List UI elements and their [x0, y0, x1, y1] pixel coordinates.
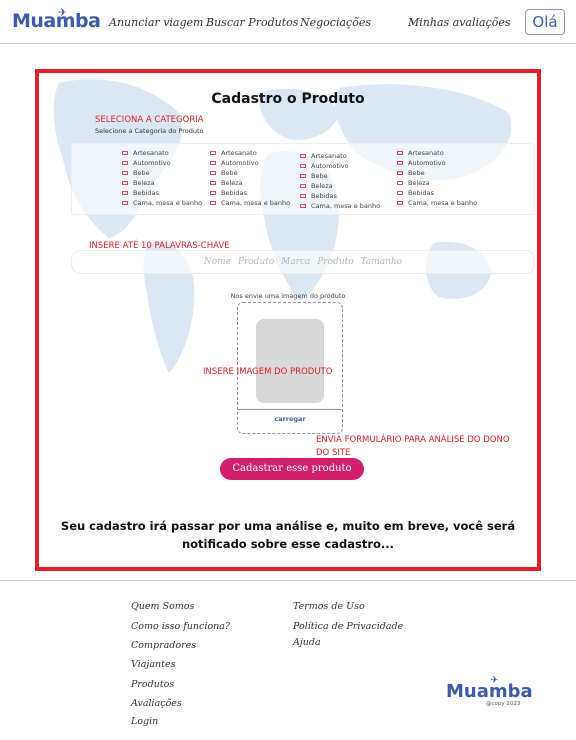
- footer-link-como-funciona[interactable]: Como isso funciona?: [131, 621, 230, 632]
- footer-link-produtos[interactable]: Produtos: [131, 679, 174, 690]
- category-column: Artesanato Automotivo Bebe Beleza Bebida…: [210, 148, 290, 208]
- footer-link-quem-somos[interactable]: Quem Somos: [131, 601, 194, 612]
- checkbox[interactable]: [122, 151, 128, 155]
- product-form-panel: Cadastro o Produto SELECIONA A CATEGORIA…: [35, 69, 541, 571]
- checkbox[interactable]: [122, 161, 128, 165]
- image-placeholder: [256, 319, 324, 403]
- footer-link-privacidade[interactable]: Política de Privacidade: [293, 621, 403, 632]
- form-title: Cadastro o Produto: [211, 91, 365, 107]
- nav-negociacoes[interactable]: Negociações: [300, 16, 371, 29]
- user-greeting-button[interactable]: Olá: [525, 9, 565, 35]
- checkbox[interactable]: [300, 164, 306, 168]
- footer-link-ajuda[interactable]: Ajuda: [293, 637, 321, 648]
- footer-link-termos[interactable]: Termos de Uso: [293, 601, 365, 612]
- checkbox[interactable]: [210, 191, 216, 195]
- checkbox[interactable]: [210, 171, 216, 175]
- category-option[interactable]: Cama, mesa e banho: [210, 198, 290, 208]
- category-option[interactable]: Automotivo: [210, 158, 290, 168]
- keywords-input[interactable]: Nome Produto Marca Produto Tamanho: [71, 250, 535, 274]
- annotation-submit: ENVIA FORMULÁRIO PARA ANÁLISE DO DONO: [316, 435, 510, 445]
- category-option[interactable]: Bebidas: [210, 188, 290, 198]
- checkbox[interactable]: [210, 151, 216, 155]
- category-option[interactable]: Cama, mesa e banho: [300, 201, 380, 211]
- checkbox[interactable]: [300, 154, 306, 158]
- review-notice: Seu cadastro irá passar por uma análise …: [60, 519, 516, 551]
- checkbox[interactable]: [300, 174, 306, 178]
- category-option[interactable]: Artesanato: [210, 148, 290, 158]
- category-option[interactable]: Bebidas: [122, 188, 202, 198]
- category-subtitle: Selecione a Categoria do Produto: [95, 127, 204, 135]
- footer-link-compradores[interactable]: Compradores: [131, 640, 196, 651]
- checkbox[interactable]: [397, 201, 403, 205]
- category-option[interactable]: Beleza: [122, 178, 202, 188]
- airplane-icon: ✈: [58, 6, 68, 19]
- category-option[interactable]: Beleza: [397, 178, 477, 188]
- divider: [238, 409, 342, 410]
- checkbox[interactable]: [210, 181, 216, 185]
- checkbox[interactable]: [210, 161, 216, 165]
- checkbox[interactable]: [397, 171, 403, 175]
- category-option[interactable]: Bebe: [397, 168, 477, 178]
- checkbox[interactable]: [122, 171, 128, 175]
- category-option[interactable]: Automotivo: [300, 161, 380, 171]
- logo[interactable]: Muamba: [12, 10, 101, 32]
- checkbox[interactable]: [300, 194, 306, 198]
- category-column: Artesanato Automotivo Bebe Beleza Bebida…: [300, 151, 380, 211]
- checkbox[interactable]: [210, 201, 216, 205]
- category-column: Artesanato Automotivo Bebe Beleza Bebida…: [122, 148, 202, 208]
- site-footer: Quem Somos Como isso funciona? Comprador…: [0, 580, 576, 740]
- category-option[interactable]: Bebe: [122, 168, 202, 178]
- category-option[interactable]: Beleza: [210, 178, 290, 188]
- checkbox[interactable]: [397, 181, 403, 185]
- checkbox[interactable]: [397, 191, 403, 195]
- footer-link-login[interactable]: Login: [131, 716, 158, 727]
- submit-product-button[interactable]: Cadastrar esse produto: [220, 458, 364, 480]
- checkbox[interactable]: [397, 161, 403, 165]
- nav-anunciar-viagem[interactable]: Anunciar viagem: [109, 16, 203, 29]
- checkbox[interactable]: [122, 201, 128, 205]
- category-option[interactable]: Bebe: [210, 168, 290, 178]
- upload-label: Nos envie uma imagem do produto: [230, 292, 346, 300]
- upload-button[interactable]: carregar: [238, 415, 342, 423]
- category-option[interactable]: Bebidas: [397, 188, 477, 198]
- category-column: Artesanato Automotivo Bebe Beleza Bebida…: [397, 148, 477, 208]
- airplane-icon: ✈: [490, 675, 499, 686]
- checkbox[interactable]: [397, 151, 403, 155]
- category-option[interactable]: Cama, mesa e banho: [397, 198, 477, 208]
- category-option[interactable]: Artesanato: [300, 151, 380, 161]
- nav-buscar-produtos[interactable]: Buscar Produtos: [206, 16, 298, 29]
- category-option[interactable]: Automotivo: [122, 158, 202, 168]
- category-option[interactable]: Bebidas: [300, 191, 380, 201]
- checkbox[interactable]: [122, 191, 128, 195]
- category-option[interactable]: Artesanato: [122, 148, 202, 158]
- annotation-image: INSERE IMAGEM DO PRODUTO: [203, 367, 333, 377]
- site-header: Muamba ✈ Anunciar viagem Buscar Produtos…: [0, 0, 576, 44]
- footer-link-viajantes[interactable]: Viajantes: [131, 659, 175, 670]
- checkbox[interactable]: [300, 204, 306, 208]
- checkbox[interactable]: [300, 184, 306, 188]
- annotation-select-category: SELECIONA A CATEGORIA: [95, 115, 204, 125]
- category-option[interactable]: Automotivo: [397, 158, 477, 168]
- footer-link-avaliacoes[interactable]: Avaliações: [131, 698, 182, 709]
- category-option[interactable]: Bebe: [300, 171, 380, 181]
- annotation-submit-line2: DO SITE: [316, 448, 351, 458]
- category-option[interactable]: Beleza: [300, 181, 380, 191]
- category-option[interactable]: Artesanato: [397, 148, 477, 158]
- category-option[interactable]: Cama, mesa e banho: [122, 198, 202, 208]
- nav-minhas-avaliacoes[interactable]: Minhas avaliações: [408, 16, 511, 29]
- category-list: Artesanato Automotivo Bebe Beleza Bebida…: [71, 143, 535, 215]
- copyright: @copy 2023: [486, 701, 521, 707]
- checkbox[interactable]: [122, 181, 128, 185]
